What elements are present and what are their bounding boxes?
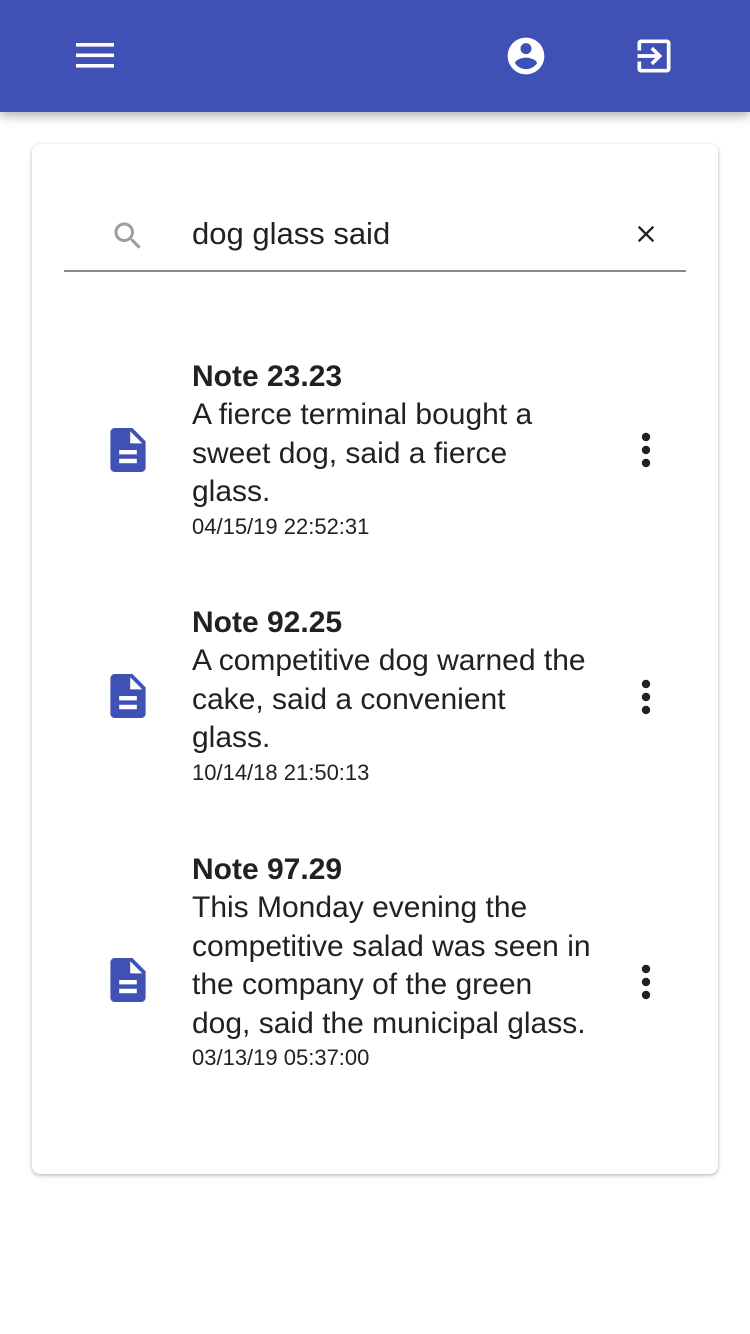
note-date: 03/13/19 05:37:00 <box>192 1045 370 1070</box>
account-circle-icon <box>507 37 545 75</box>
exit-to-app-icon <box>637 39 671 73</box>
note-title: Note 97.29 <box>192 853 343 886</box>
note-body: This Monday evening the competitive sala… <box>192 891 591 1040</box>
close-icon <box>637 225 655 243</box>
note-text: Note 23.23 A fierce terminal bought a sw… <box>192 358 592 542</box>
note-title: Note 23.23 <box>192 360 343 393</box>
note-body: A fierce terminal bought a sweet dog, sa… <box>192 398 533 508</box>
note-text: Note 92.25 A competitive dog warned the … <box>192 604 592 788</box>
menu-icon <box>76 43 114 68</box>
search-icon-container <box>110 218 146 254</box>
more-options-button[interactable] <box>622 673 670 721</box>
document-icon <box>110 674 146 718</box>
search-icon <box>114 222 141 249</box>
note-body: A competitive dog warned the cake, said … <box>192 644 586 754</box>
menu-button[interactable] <box>64 24 128 88</box>
notes-card: Note 23.23 A fierce terminal bought a sw… <box>32 144 718 1174</box>
more-options-button[interactable] <box>622 426 670 474</box>
logout-button[interactable] <box>622 24 686 88</box>
note-date: 04/15/19 22:52:31 <box>192 513 370 539</box>
document-icon <box>110 958 146 1002</box>
clear-search-button[interactable] <box>624 212 668 256</box>
more-vert-icon <box>641 679 651 715</box>
app-bar <box>0 0 750 112</box>
note-title: Note 92.25 <box>192 606 343 639</box>
more-options-button[interactable] <box>622 958 670 1006</box>
document-icon <box>110 428 146 472</box>
search-bar <box>64 200 686 272</box>
account-button[interactable] <box>494 24 558 88</box>
more-vert-icon <box>641 432 651 468</box>
note-date: 10/14/18 21:50:13 <box>192 759 370 785</box>
more-vert-icon <box>641 964 651 1000</box>
search-input[interactable] <box>192 208 612 260</box>
note-text: Note 97.29 This Monday evening the compe… <box>192 851 592 1073</box>
